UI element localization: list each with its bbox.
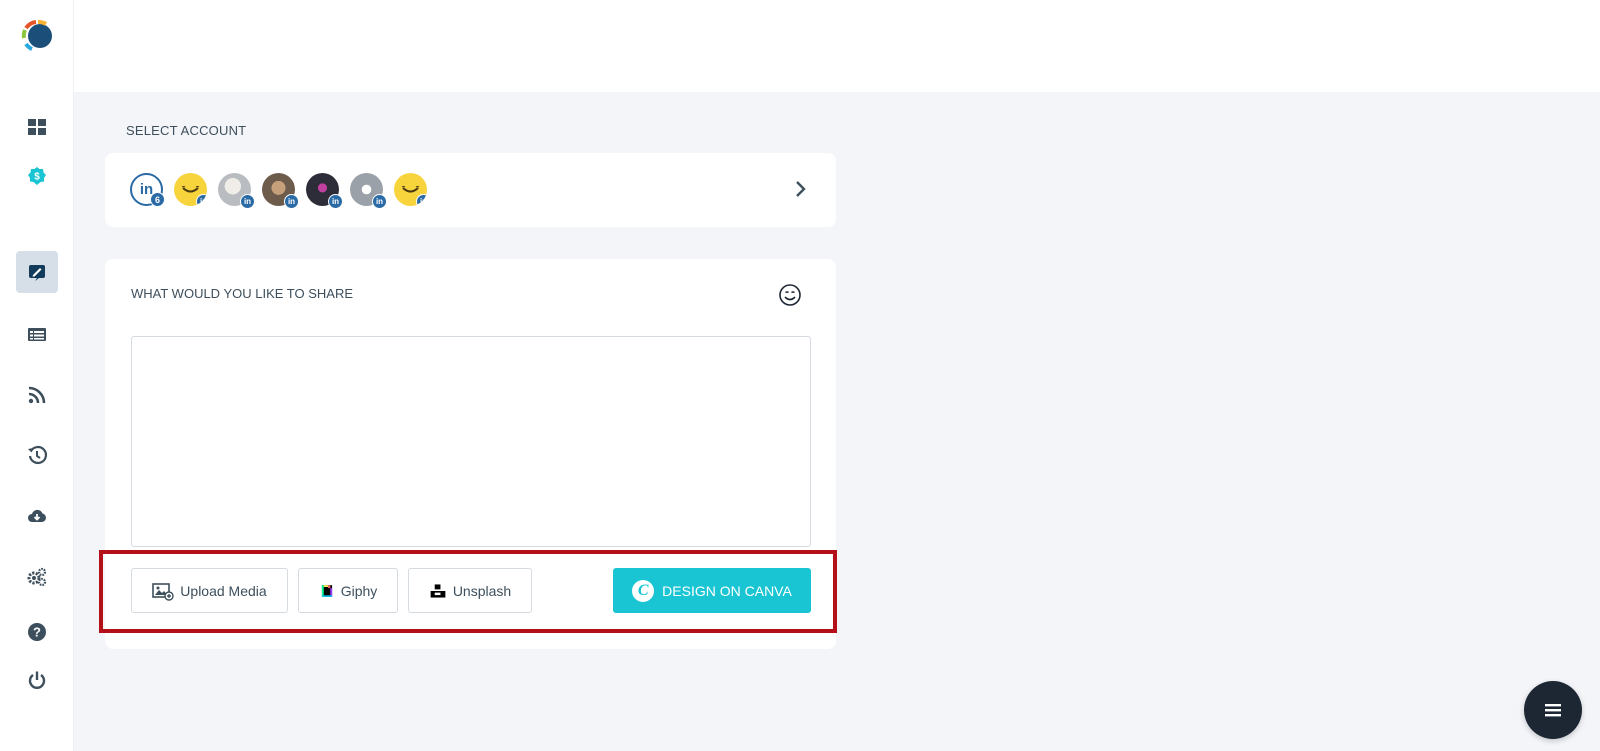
design-on-canva-button[interactable]: C DESIGN ON CANVA xyxy=(613,568,811,613)
settings-icon xyxy=(27,567,47,587)
unsplash-icon xyxy=(430,583,446,598)
giphy-icon xyxy=(321,584,332,597)
account-avatar[interactable]: in xyxy=(218,173,255,209)
cloud-download-icon xyxy=(28,509,46,522)
sidebar-item-feeds[interactable] xyxy=(16,374,58,416)
list-icon xyxy=(28,328,46,341)
dollar-badge-icon: $ xyxy=(28,167,46,185)
giphy-label: Giphy xyxy=(340,582,378,599)
chevron-right-icon[interactable] xyxy=(793,179,809,199)
help-icon: ? xyxy=(28,623,46,641)
emoji-icon[interactable] xyxy=(778,283,802,307)
upload-media-label: Upload Media xyxy=(180,582,267,599)
floating-menu-button[interactable] xyxy=(1524,681,1582,739)
sidebar: $ ? xyxy=(0,0,74,751)
account-selector-card: in 6 in in in in in in xyxy=(105,153,836,227)
sidebar-item-dashboard[interactable] xyxy=(16,106,58,148)
design-on-canva-label: DESIGN ON CANVA xyxy=(662,582,792,599)
account-avatar[interactable]: in xyxy=(174,173,207,206)
sidebar-item-history[interactable] xyxy=(16,434,58,476)
hamburger-menu-icon xyxy=(1545,704,1561,717)
linkedin-badge: in xyxy=(372,194,387,209)
sidebar-item-logout[interactable] xyxy=(16,659,58,701)
unsplash-button[interactable]: Unsplash xyxy=(408,568,532,613)
account-avatar[interactable]: in xyxy=(394,173,427,206)
compose-icon xyxy=(29,265,45,281)
sidebar-item-billing[interactable]: $ xyxy=(16,155,58,197)
linkedin-badge: in xyxy=(240,194,255,209)
linkedin-badge: in xyxy=(416,194,427,206)
canva-logo-icon: C xyxy=(632,579,655,602)
sidebar-item-help[interactable]: ? xyxy=(16,611,58,653)
svg-text:?: ? xyxy=(33,625,41,640)
giphy-button[interactable]: Giphy xyxy=(298,568,398,613)
history-icon xyxy=(28,445,47,465)
account-avatar[interactable]: in xyxy=(350,173,387,209)
upload-media-button[interactable]: Upload Media xyxy=(131,568,288,613)
linkedin-badge: in xyxy=(196,194,207,206)
account-avatar[interactable]: in xyxy=(306,173,343,209)
share-title: WHAT WOULD YOU LIKE TO SHARE xyxy=(131,286,354,301)
rss-icon xyxy=(28,386,46,404)
linkedin-all-accounts[interactable]: in 6 xyxy=(130,173,165,207)
unsplash-label: Unsplash xyxy=(452,582,512,599)
svg-text:$: $ xyxy=(34,172,40,183)
sidebar-item-download[interactable] xyxy=(16,495,58,537)
top-bar xyxy=(74,0,1600,92)
select-account-title: SELECT ACCOUNT xyxy=(126,123,247,138)
account-count-badge: 6 xyxy=(150,192,165,207)
post-text-input[interactable] xyxy=(131,336,811,547)
linkedin-badge: in xyxy=(284,194,299,209)
linkedin-badge: in xyxy=(328,194,343,209)
app-logo[interactable] xyxy=(20,18,56,54)
dashboard-icon xyxy=(28,119,46,135)
account-avatars: in 6 in in in in in in xyxy=(130,173,427,209)
account-avatar[interactable]: in xyxy=(262,173,299,209)
image-upload-icon xyxy=(152,582,174,601)
power-icon xyxy=(28,671,46,689)
sidebar-item-settings[interactable] xyxy=(16,556,58,598)
sidebar-item-compose[interactable] xyxy=(16,251,58,293)
sidebar-item-list[interactable] xyxy=(16,313,58,355)
